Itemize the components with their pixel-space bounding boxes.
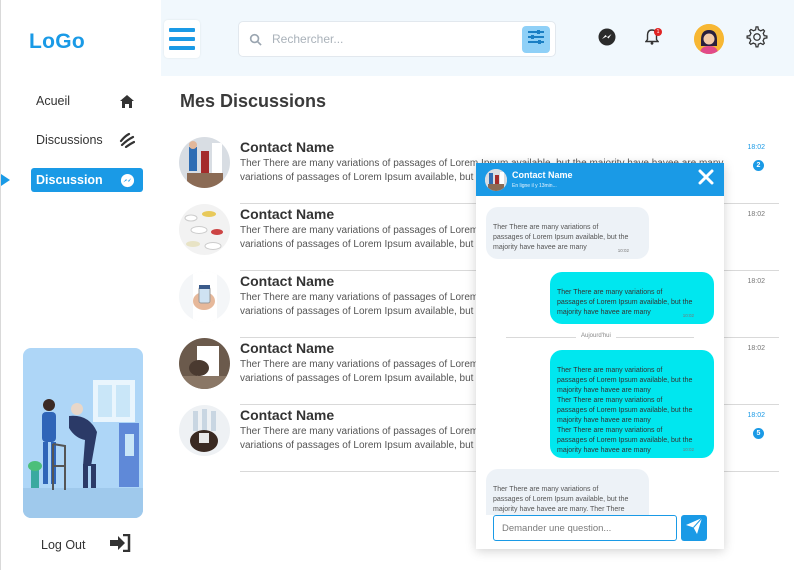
message-time: 18:02 xyxy=(747,412,765,419)
chat-message-incoming: Ther There are many variations of passag… xyxy=(486,207,649,259)
close-icon xyxy=(698,169,714,190)
contact-photo xyxy=(179,204,230,255)
filter-button[interactable] xyxy=(522,26,550,53)
chat-message-text: Ther There are many variations of passag… xyxy=(493,486,629,513)
chat-message-outgoing: Ther There are many variations of passag… xyxy=(550,350,714,458)
chat-message-incoming: Ther There are many variations of passag… xyxy=(486,469,649,515)
active-indicator xyxy=(1,174,10,186)
sidebar-item-discussions[interactable]: Discussions xyxy=(31,128,143,152)
sidebar-item-label: Discussion xyxy=(36,173,103,187)
messenger-icon xyxy=(119,172,135,188)
day-label: Aujourd'hui xyxy=(576,333,616,339)
message-time: 18:02 xyxy=(747,345,765,352)
chat-message-time: 10:02 xyxy=(617,248,629,253)
message-time: 18:02 xyxy=(747,144,765,151)
gear-icon xyxy=(746,25,768,53)
contact-photo xyxy=(179,137,230,188)
sidebar-item-label: Discussions xyxy=(36,133,103,147)
hamburger-icon xyxy=(169,28,195,32)
sidebar: LoGo Acueil Discussions Discussion Log O… xyxy=(0,0,161,570)
promo-illustration xyxy=(23,348,143,518)
close-button[interactable] xyxy=(696,169,716,189)
chat-message-input[interactable] xyxy=(502,522,670,534)
contact-name: Contact Name xyxy=(240,273,335,289)
chat-status: En ligne il y 13min... xyxy=(512,183,557,189)
notifications-button[interactable]: 1 xyxy=(644,28,662,47)
sidebar-item-discussion[interactable]: Discussion xyxy=(31,168,143,192)
messenger-icon xyxy=(598,28,616,51)
contact-photo xyxy=(179,405,230,456)
notification-badge: 1 xyxy=(654,28,662,36)
settings-button[interactable] xyxy=(746,25,768,53)
search-input[interactable] xyxy=(272,32,512,46)
sidebar-item-label: Acueil xyxy=(36,94,71,108)
home-icon xyxy=(119,93,135,109)
unread-badge: 2 xyxy=(753,160,764,171)
chat-message-text: Ther There are many variations of passag… xyxy=(493,224,629,251)
chat-message-time: 10:02 xyxy=(682,313,694,318)
contact-name: Contact Name xyxy=(240,139,335,155)
menu-button[interactable] xyxy=(164,20,200,58)
sliders-icon xyxy=(527,29,545,50)
chat-contact-name: Contact Name xyxy=(512,170,573,180)
logo[interactable]: LoGo xyxy=(29,30,85,54)
search-bar xyxy=(238,21,556,57)
search-icon xyxy=(249,32,263,46)
contact-name: Contact Name xyxy=(240,206,335,222)
chat-header: Contact Name En ligne il y 13min... xyxy=(476,163,724,196)
chat-message-text: Ther There are many variations of passag… xyxy=(557,367,693,454)
logout-icon xyxy=(109,533,131,555)
messenger-button[interactable] xyxy=(598,28,616,51)
logout-label: Log Out xyxy=(41,537,86,552)
contact-photo xyxy=(179,338,230,389)
wave-icon xyxy=(119,132,135,148)
contact-name: Contact Name xyxy=(240,340,335,356)
chat-input-box xyxy=(493,515,677,541)
chat-message-outgoing: Ther There are many variations of passag… xyxy=(550,272,714,324)
page-title: Mes Discussions xyxy=(180,91,327,111)
chat-contact-photo xyxy=(485,169,507,191)
top-bar: 1 xyxy=(161,0,794,76)
chat-window: Contact Name En ligne il y 13min... Ther… xyxy=(476,163,724,549)
avatar[interactable] xyxy=(694,24,724,54)
logout-button[interactable]: Log Out xyxy=(41,533,131,555)
chat-message-text: Ther There are many variations of passag… xyxy=(557,289,693,316)
chat-message-time: 10:02 xyxy=(682,447,694,452)
send-button[interactable] xyxy=(681,515,707,541)
message-time: 18:02 xyxy=(747,211,765,218)
message-time: 18:02 xyxy=(747,278,765,285)
send-icon xyxy=(685,517,703,540)
contact-name: Contact Name xyxy=(240,407,335,423)
contact-photo xyxy=(179,271,230,322)
unread-badge: 5 xyxy=(753,428,764,439)
sidebar-item-acueil[interactable]: Acueil xyxy=(31,89,143,113)
